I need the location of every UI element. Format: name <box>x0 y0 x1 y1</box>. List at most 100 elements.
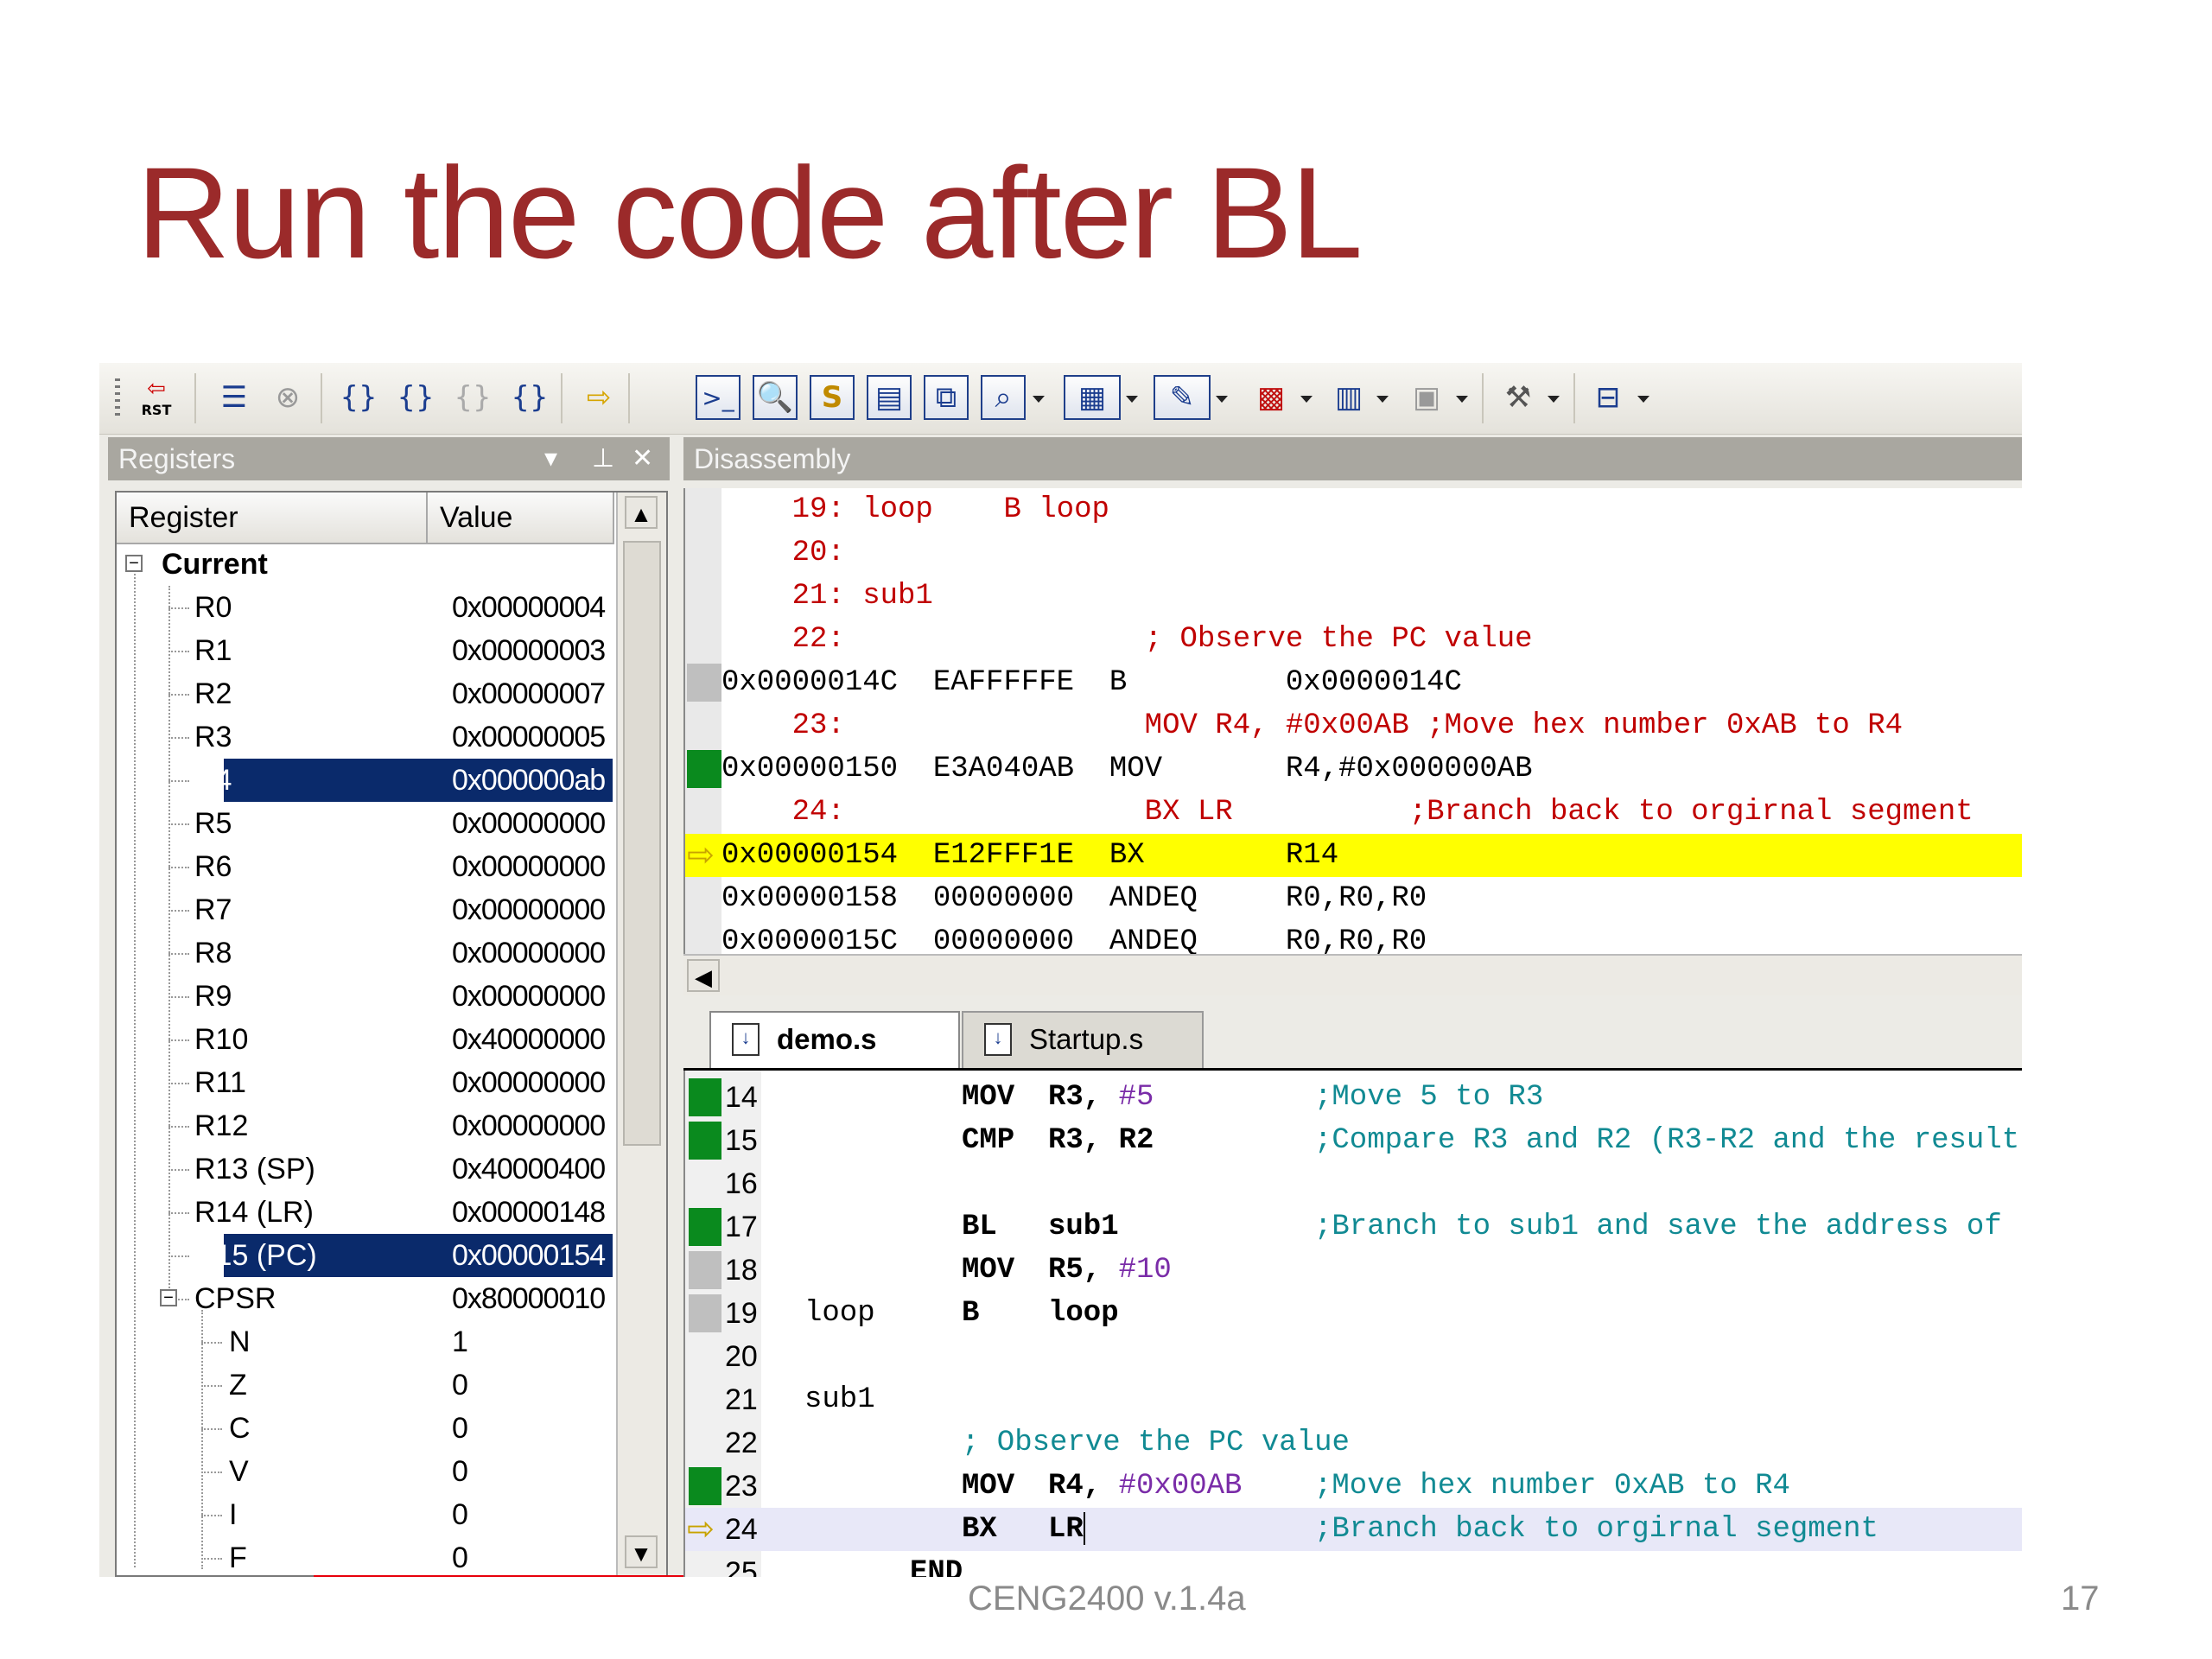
registers-window-button[interactable]: ▤ <box>867 375 912 420</box>
close-icon[interactable]: ✕ <box>632 437 653 480</box>
register-column-header[interactable]: Register <box>117 493 428 543</box>
disassembly-line[interactable]: 0x00000158 00000000 ANDEQ R0,R0,R0 <box>685 877 2022 920</box>
source-line[interactable]: 14 MOV R3, #5 ;Move 5 to R3 <box>685 1076 2022 1119</box>
tree-line <box>168 1212 189 1214</box>
run-to-cursor-button[interactable]: {} <box>507 375 552 420</box>
disassembly-line[interactable]: 22: ; Observe the PC value <box>685 618 2022 661</box>
register-value: 0x00000000 <box>452 1109 606 1142</box>
register-row[interactable]: R7 0x00000000 <box>117 888 614 931</box>
scroll-up-icon[interactable]: ▲ <box>625 496 658 529</box>
disassembly-line[interactable]: 23: MOV R4, #0x00AB ;Move hex number 0xA… <box>685 704 2022 747</box>
register-value: 0x00000004 <box>452 591 606 624</box>
tree-line <box>168 1255 189 1257</box>
memory-window-dropdown[interactable] <box>1126 396 1138 403</box>
register-row[interactable]: R2 0x00000007 <box>117 672 614 715</box>
source-line[interactable]: 17 BL sub1 ;Branch to sub1 and save the add… <box>685 1205 2022 1249</box>
cpsr-flag-row[interactable]: F0 <box>117 1536 614 1575</box>
serial-window-button[interactable]: ✎ <box>1154 375 1211 420</box>
source-line[interactable]: 21 sub1 <box>685 1378 2022 1421</box>
disassembly-view[interactable]: 19: loop B loop 20: 21: sub1 22: ; Obser… <box>683 488 2022 959</box>
source-line[interactable]: 25 END <box>685 1551 2022 1577</box>
cpsr-flag-row[interactable]: C0 <box>117 1407 614 1450</box>
tree-line <box>201 1385 222 1387</box>
analysis-window-dropdown[interactable] <box>1300 396 1313 403</box>
source-line[interactable]: 18 MOV R5, #10 <box>685 1249 2022 1292</box>
call-stack-button[interactable]: ⧉ <box>924 375 969 420</box>
disassembly-window-button[interactable]: 🔍 <box>753 375 798 420</box>
toolbox-button[interactable]: ⚒ <box>1496 375 1541 420</box>
tab-startup-s[interactable]: ↓ Startup.s <box>962 1011 1204 1068</box>
source-line[interactable]: ⇨ 24 BX LR ;Branch back to orgirnal segment <box>685 1508 2022 1551</box>
toolbox-dropdown[interactable] <box>1548 396 1560 403</box>
source-line[interactable]: 20 <box>685 1335 2022 1378</box>
tab-demo-s[interactable]: ↓ demo.s <box>709 1011 960 1068</box>
register-row[interactable]: R14 (LR) 0x00000148 <box>117 1191 614 1234</box>
watch-window-dropdown[interactable] <box>1033 396 1045 403</box>
register-row[interactable]: R4 0x000000ab <box>117 759 614 802</box>
register-row[interactable]: R15 (PC) 0x00000154 <box>117 1234 614 1277</box>
disassembly-line[interactable]: 24: BX LR ;Branch back to orgirnal segme… <box>685 791 2022 834</box>
show-current-button[interactable]: ☰ <box>212 375 257 420</box>
register-row[interactable]: − CPSR 0x80000010 <box>117 1277 614 1320</box>
register-row[interactable]: R10 0x40000000 <box>117 1018 614 1061</box>
panel-menu-icon[interactable]: ▾ <box>544 437 557 480</box>
register-row[interactable]: R11 0x00000000 <box>117 1061 614 1104</box>
register-row[interactable]: R3 0x00000005 <box>117 715 614 759</box>
source-line[interactable]: 22 ; Observe the PC value <box>685 1421 2022 1465</box>
source-editor[interactable]: 14 MOV R3, #5 ;Move 5 to R3 15 CMP R3, R2 ;Comp… <box>683 1071 2022 1577</box>
disassembly-line[interactable]: 0x00000150 E3A040AB MOV R4,#0x000000AB <box>685 747 2022 791</box>
value-column-header[interactable]: Value <box>428 493 614 543</box>
window-layout-button[interactable]: ⊟ <box>1586 375 1630 420</box>
step-out-button[interactable]: {} <box>450 375 495 420</box>
step-into-button[interactable]: {} <box>336 375 381 420</box>
register-row[interactable]: R12 0x00000000 <box>117 1104 614 1147</box>
window-layout-dropdown[interactable] <box>1637 396 1649 403</box>
register-row[interactable]: R13 (SP) 0x40000400 <box>117 1147 614 1191</box>
register-row[interactable]: R1 0x00000003 <box>117 629 614 672</box>
cpsr-flag-row[interactable]: N1 <box>117 1320 614 1363</box>
scroll-down-icon[interactable]: ▼ <box>625 1535 658 1568</box>
symbols-window-button[interactable]: S <box>810 375 855 420</box>
collapse-icon[interactable]: − <box>160 1289 177 1306</box>
cpsr-flag-row[interactable]: Z0 <box>117 1363 614 1407</box>
system-viewer-dropdown[interactable] <box>1456 396 1468 403</box>
show-next-button[interactable]: ⇨ <box>576 375 621 420</box>
registers-scrollbar[interactable]: ▲ ▼ <box>616 493 666 1575</box>
register-row[interactable]: R0 0x00000004 <box>117 586 614 629</box>
system-viewer-button[interactable]: ▣ <box>1404 375 1449 420</box>
register-name: R11 <box>194 1066 246 1099</box>
memory-window-button[interactable]: ▦ <box>1064 375 1121 420</box>
scroll-left-icon[interactable]: ◀ <box>687 959 720 992</box>
stop-button[interactable]: ⊗ <box>265 375 310 420</box>
disassembly-hscrollbar[interactable]: ◀ <box>683 954 2022 995</box>
analysis-window-button[interactable]: ▩ <box>1249 375 1294 420</box>
disassembly-line[interactable]: 0x0000014C EAFFFFFE B 0x0000014C <box>685 661 2022 704</box>
cpsr-flag-row[interactable]: I0 <box>117 1493 614 1536</box>
cpsr-flag-row[interactable]: V0 <box>117 1450 614 1493</box>
reset-button[interactable]: ⇦ RST <box>134 375 179 420</box>
source-line[interactable]: 19 loop Bloop <box>685 1292 2022 1335</box>
step-over-button[interactable]: {} <box>393 375 438 420</box>
trace-window-dropdown[interactable] <box>1376 396 1389 403</box>
register-row[interactable]: R5 0x00000000 <box>117 802 614 845</box>
register-row[interactable]: R8 0x00000000 <box>117 931 614 975</box>
disassembly-line[interactable]: 21: sub1 <box>685 575 2022 618</box>
register-group-current[interactable]: − Current <box>117 543 614 586</box>
disassembly-line[interactable]: 20: <box>685 531 2022 575</box>
toolbar-grip[interactable] <box>115 378 120 418</box>
collapse-icon[interactable]: − <box>125 555 143 572</box>
disassembly-line[interactable]: 19: loop B loop <box>685 488 2022 531</box>
register-row[interactable]: R6 0x00000000 <box>117 845 614 888</box>
source-line[interactable]: 16 <box>685 1162 2022 1205</box>
scroll-thumb[interactable] <box>623 541 661 1146</box>
operand-text: R3, <box>1048 1081 1119 1114</box>
watch-window-button[interactable]: ⌕ <box>981 375 1026 420</box>
command-window-button[interactable]: >_ <box>696 375 741 420</box>
source-line[interactable]: 15 CMP R3, R2 ;Compare R3 and R2 (R3-R2 and… <box>685 1119 2022 1162</box>
pin-icon[interactable]: ⊥ <box>592 437 614 480</box>
serial-window-dropdown[interactable] <box>1216 396 1228 403</box>
source-line[interactable]: 23 MOV R4, #0x00AB ;Move hex number 0xAB to… <box>685 1465 2022 1508</box>
register-row[interactable]: R9 0x00000000 <box>117 975 614 1018</box>
trace-window-button[interactable]: ▥ <box>1326 375 1371 420</box>
disassembly-line[interactable]: ⇨ 0x00000154 E12FFF1E BX R14 <box>685 834 2022 877</box>
